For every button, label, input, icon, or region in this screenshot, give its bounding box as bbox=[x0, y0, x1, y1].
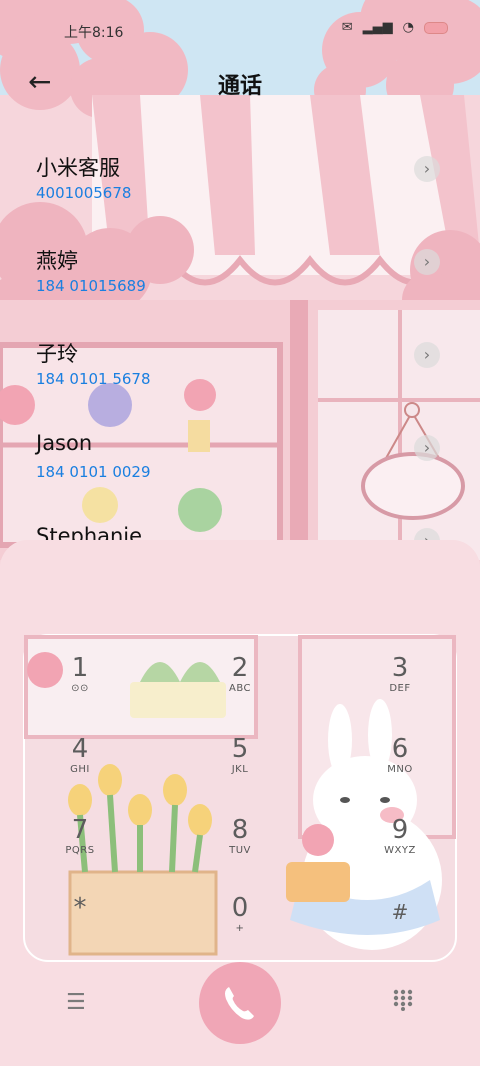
key-8[interactable]: 8 TUV bbox=[200, 815, 280, 875]
key-digit: 0 bbox=[231, 893, 249, 923]
key-9[interactable]: 9 WXYZ bbox=[360, 815, 440, 875]
key-digit: # bbox=[391, 900, 409, 924]
wifi-icon: ◔ bbox=[402, 20, 414, 35]
key-0[interactable]: 0 + bbox=[200, 893, 280, 953]
key-letters: ABC bbox=[228, 683, 251, 694]
key-letters: TUV bbox=[229, 845, 251, 856]
status-time: 上午8:16 bbox=[64, 25, 124, 41]
key-digit: 4 bbox=[71, 734, 89, 764]
key-digit: 5 bbox=[231, 734, 249, 764]
contact-row[interactable]: Jason 184 0101 0029 › bbox=[0, 425, 480, 505]
battery-icon bbox=[424, 21, 448, 34]
signal-icon: ▂▄▆ bbox=[362, 20, 393, 35]
key-digit: 9 bbox=[391, 815, 409, 845]
key-7[interactable]: 7 PQRS bbox=[40, 815, 120, 875]
key-digit: 6 bbox=[391, 734, 409, 764]
chevron-right-icon[interactable]: › bbox=[414, 156, 440, 182]
key-letters: WXYZ bbox=[384, 845, 416, 856]
chevron-right-icon[interactable]: › bbox=[414, 342, 440, 368]
key-hash[interactable]: # bbox=[360, 897, 440, 957]
contact-name: Jason bbox=[36, 431, 93, 455]
key-6[interactable]: 6 MNO bbox=[360, 734, 440, 794]
key-4[interactable]: 4 GHI bbox=[40, 734, 120, 794]
key-letters: GHI bbox=[70, 764, 90, 775]
contact-name: 小米客服 bbox=[36, 156, 120, 180]
contact-number: 184 0101 5678 bbox=[36, 370, 151, 388]
key-2[interactable]: 2 ABC bbox=[200, 653, 280, 713]
contact-number: 4001005678 bbox=[36, 184, 132, 202]
contact-number: 184 0101 0029 bbox=[36, 463, 151, 481]
menu-icon[interactable]: ☰ bbox=[66, 990, 86, 1015]
key-star[interactable]: * bbox=[40, 893, 120, 953]
phone-icon bbox=[225, 987, 254, 1020]
key-digit: 7 bbox=[71, 815, 89, 845]
chevron-right-icon[interactable]: › bbox=[414, 435, 440, 461]
message-icon: ✉ bbox=[341, 20, 353, 35]
key-letters: + bbox=[235, 923, 245, 934]
contact-number: 184 01015689 bbox=[36, 277, 146, 295]
contact-name: 子玲 bbox=[36, 342, 78, 366]
key-digit: * bbox=[73, 893, 87, 923]
key-letters: DEF bbox=[389, 683, 411, 694]
contact-name: 燕婷 bbox=[36, 249, 78, 273]
status-bar: 上午8:16 ✉ ▂▄▆ ◔ bbox=[0, 0, 480, 60]
status-icons: ✉ ▂▄▆ ◔ bbox=[342, 20, 448, 35]
key-digit: 8 bbox=[231, 815, 249, 845]
dialed-number-display: 010 bbox=[207, 566, 273, 604]
key-letters: JKL bbox=[231, 764, 249, 775]
key-digit: 2 bbox=[231, 653, 249, 683]
voicemail-icon: ⊙⊙ bbox=[71, 683, 89, 694]
dialpad-icon[interactable] bbox=[393, 989, 413, 1011]
key-letters: PQRS bbox=[65, 845, 95, 856]
key-5[interactable]: 5 JKL bbox=[200, 734, 280, 794]
key-digit: 3 bbox=[391, 653, 409, 683]
call-button[interactable] bbox=[199, 962, 281, 1044]
contact-row[interactable]: 燕婷 184 01015689 › bbox=[0, 239, 480, 319]
dialpad: 1 ⊙⊙ 2 ABC 3 DEF 4 GHI 5 JKL 6 MNO 7 PQR… bbox=[24, 635, 456, 961]
key-3[interactable]: 3 DEF bbox=[360, 653, 440, 713]
contact-row[interactable]: 子玲 184 0101 5678 › bbox=[0, 332, 480, 412]
key-digit: 1 bbox=[71, 653, 89, 683]
key-1[interactable]: 1 ⊙⊙ bbox=[40, 653, 120, 713]
contact-row[interactable]: 小米客服 4001005678 › bbox=[0, 146, 480, 226]
chevron-right-icon[interactable]: › bbox=[414, 249, 440, 275]
key-letters: MNO bbox=[387, 764, 413, 775]
page-title: 通话 bbox=[217, 74, 262, 99]
